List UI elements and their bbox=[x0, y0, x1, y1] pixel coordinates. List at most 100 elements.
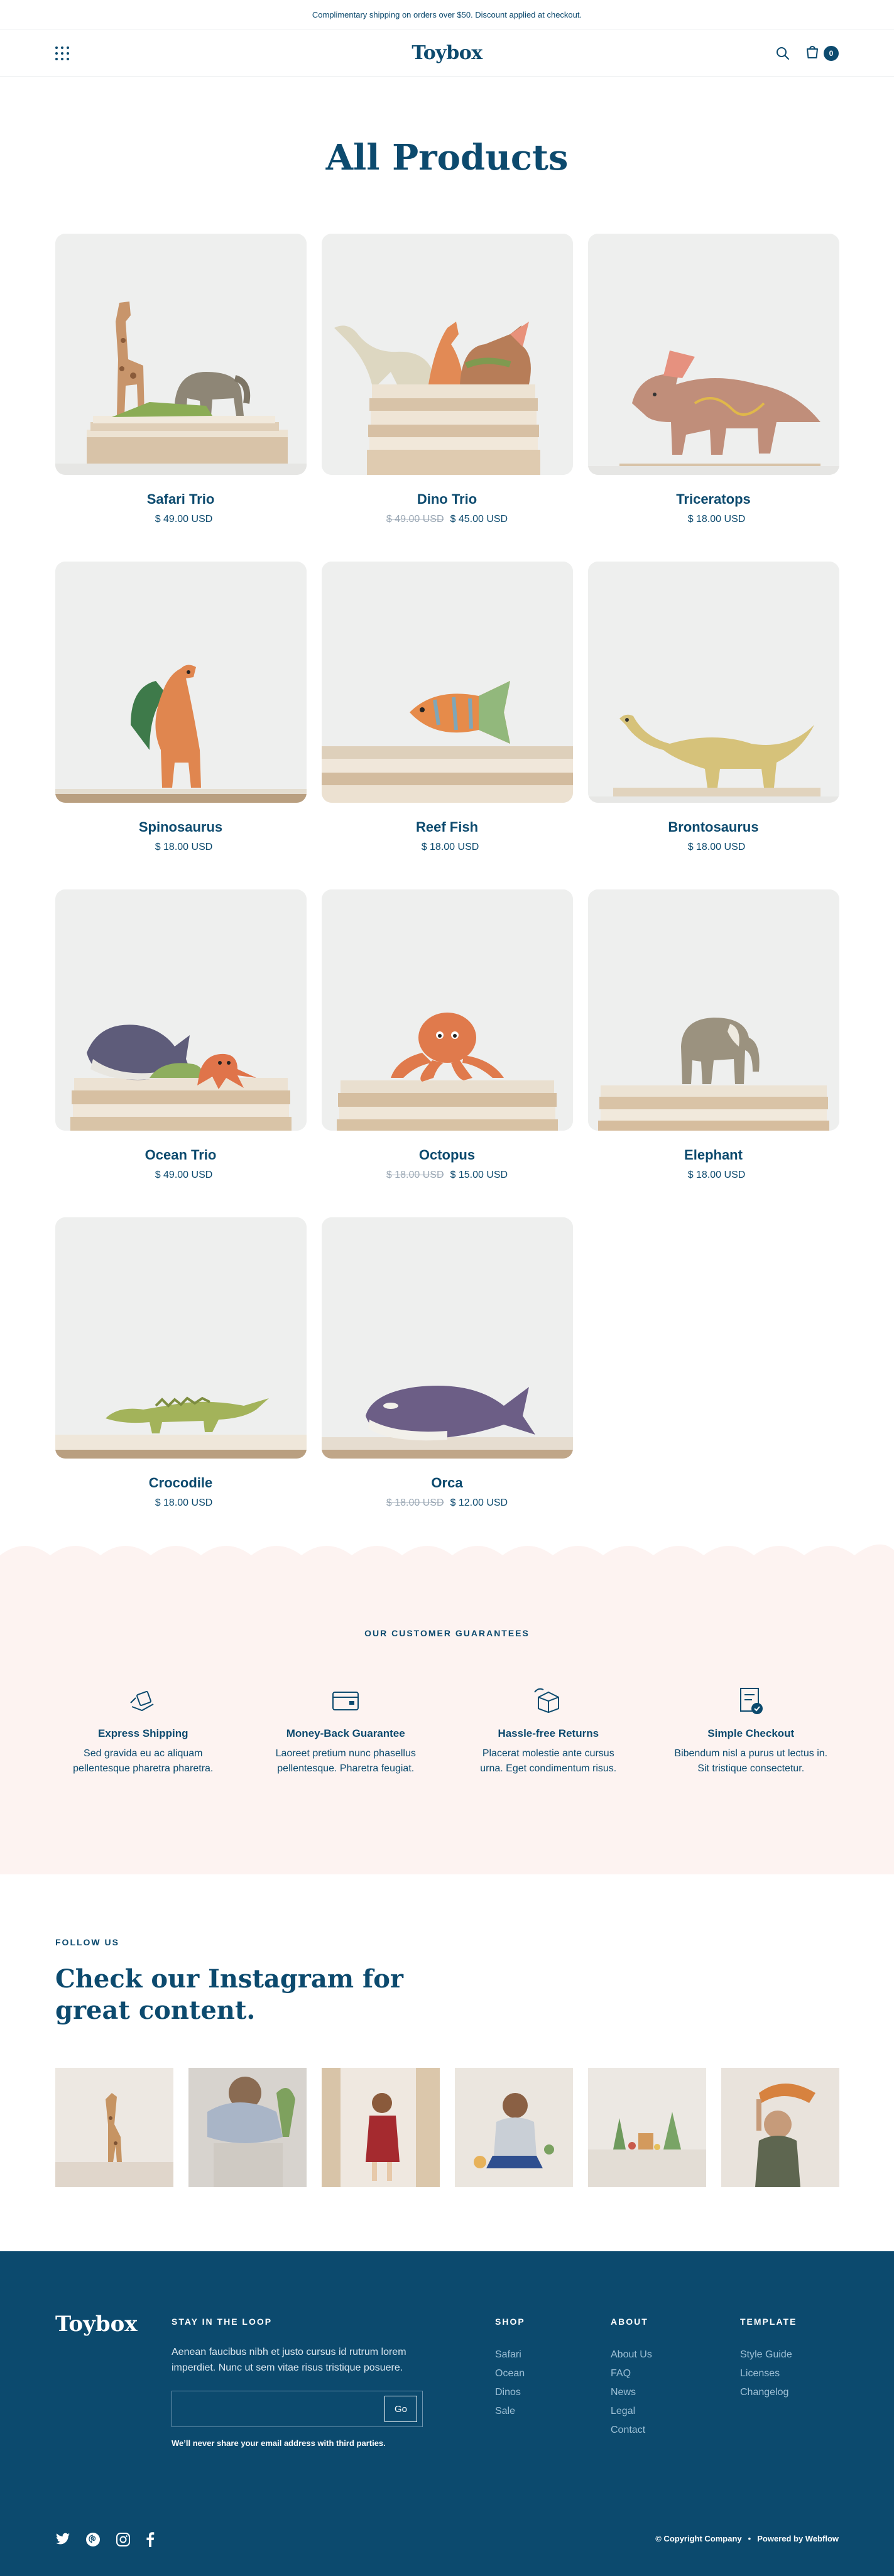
product-card[interactable]: Orca $ 18.00 USD $ 12.00 USD bbox=[321, 1217, 573, 1509]
twitter-icon[interactable] bbox=[55, 2533, 70, 2546]
instagram-photo[interactable] bbox=[322, 2068, 440, 2187]
footer-link[interactable]: About Us bbox=[611, 2345, 652, 2364]
footer-about-heading: ABOUT bbox=[611, 2317, 648, 2327]
email-field[interactable] bbox=[177, 2395, 384, 2423]
instagram-gallery bbox=[55, 2068, 839, 2187]
product-price: $ 18.00 USD bbox=[687, 514, 746, 524]
zigzag-divider bbox=[0, 1544, 894, 1568]
product-price: $ 45.00 USD bbox=[450, 514, 508, 524]
product-name[interactable]: Orca bbox=[322, 1475, 573, 1491]
product-name[interactable]: Spinosaurus bbox=[55, 819, 307, 835]
product-old-price: $ 18.00 USD bbox=[386, 1497, 444, 1508]
footer-link[interactable]: Licenses bbox=[740, 2364, 797, 2383]
instagram-photo[interactable] bbox=[588, 2068, 706, 2187]
guarantee-item: Express Shipping Sed gravida eu ac aliqu… bbox=[42, 1682, 245, 1776]
footer-link[interactable]: Changelog bbox=[740, 2383, 797, 2402]
product-card[interactable]: Safari Trio $ 49.00 USD bbox=[55, 234, 307, 525]
product-name[interactable]: Elephant bbox=[588, 1147, 839, 1163]
instagram-photo[interactable] bbox=[455, 2068, 573, 2187]
guarantee-desc: Laoreet pretium nunc phasellus pellentes… bbox=[275, 1748, 416, 1774]
footer-link[interactable]: Ocean bbox=[495, 2364, 525, 2383]
guarantee-item: Simple Checkout Bibendum nisl a purus ut… bbox=[650, 1682, 853, 1776]
product-price-row: $ 18.00 USD bbox=[55, 1497, 307, 1509]
product-image[interactable] bbox=[321, 562, 573, 803]
footer-link[interactable]: Legal bbox=[611, 2402, 652, 2421]
product-image[interactable] bbox=[321, 889, 573, 1131]
guarantees-title: OUR CUSTOMER GUARANTEES bbox=[364, 1628, 530, 1638]
product-name[interactable]: Dino Trio bbox=[322, 491, 573, 508]
product-price-row: $ 49.00 USD bbox=[55, 514, 307, 525]
product-card[interactable]: Brontosaurus $ 18.00 USD bbox=[587, 562, 839, 853]
brand-logo[interactable]: Toybox bbox=[412, 42, 482, 64]
product-price-row: $ 18.00 USD bbox=[588, 1170, 839, 1181]
product-name[interactable]: Triceratops bbox=[588, 491, 839, 508]
product-name[interactable]: Octopus bbox=[322, 1147, 573, 1163]
product-image[interactable] bbox=[587, 562, 839, 803]
product-card[interactable]: Octopus $ 18.00 USD $ 15.00 USD bbox=[321, 889, 573, 1181]
footer-link[interactable]: Style Guide bbox=[740, 2345, 797, 2364]
product-name[interactable]: Brontosaurus bbox=[588, 819, 839, 835]
pinterest-icon[interactable] bbox=[85, 2532, 101, 2547]
product-card[interactable]: Dino Trio $ 49.00 USD $ 45.00 USD bbox=[321, 234, 573, 525]
go-button[interactable]: Go bbox=[384, 2396, 417, 2422]
announcement-text: Complimentary shipping on orders over $5… bbox=[312, 10, 582, 19]
product-price-row: $ 18.00 USD bbox=[588, 514, 839, 525]
product-price: $ 49.00 USD bbox=[155, 1170, 213, 1180]
product-name[interactable]: Reef Fish bbox=[322, 819, 573, 835]
newsletter-text: Aenean faucibus nibh et justo cursus id … bbox=[172, 2347, 406, 2373]
product-card[interactable]: Crocodile $ 18.00 USD bbox=[55, 1217, 307, 1509]
footer-link[interactable]: Safari bbox=[495, 2345, 525, 2364]
product-image[interactable] bbox=[55, 1217, 307, 1459]
products-section: All Products Safari Trio $ 49.00 USD Din… bbox=[0, 77, 894, 1509]
footer-link[interactable]: FAQ bbox=[611, 2364, 652, 2383]
cart-button[interactable]: 0 bbox=[805, 45, 839, 63]
privacy-note: We’ll never share your email address wit… bbox=[172, 2438, 386, 2448]
product-image[interactable] bbox=[321, 234, 573, 475]
page-title: All Products bbox=[325, 137, 569, 178]
product-name[interactable]: Ocean Trio bbox=[55, 1147, 307, 1163]
instagram-icon[interactable] bbox=[116, 2532, 131, 2547]
product-image[interactable] bbox=[587, 889, 839, 1131]
copyright-separator: • bbox=[748, 2534, 751, 2543]
product-card[interactable]: Triceratops $ 18.00 USD bbox=[587, 234, 839, 525]
footer-about-column: ABOUT About Us FAQ News Legal Contact bbox=[611, 2317, 652, 2440]
nav-actions: 0 bbox=[773, 44, 839, 63]
product-card[interactable]: Spinosaurus $ 18.00 USD bbox=[55, 562, 307, 853]
bag-icon bbox=[805, 45, 820, 63]
footer: Toybox STAY IN THE LOOP Aenean faucibus … bbox=[0, 2251, 894, 2576]
product-old-price: $ 18.00 USD bbox=[386, 1170, 444, 1180]
instagram-title: Check our Instagram for great content. bbox=[55, 1964, 404, 2025]
newsletter-heading: STAY IN THE LOOP bbox=[172, 2317, 273, 2327]
powered-by-link[interactable]: Powered by Webflow bbox=[757, 2534, 839, 2543]
product-image[interactable] bbox=[321, 1217, 573, 1459]
footer-link[interactable]: Sale bbox=[495, 2402, 525, 2421]
product-price: $ 18.00 USD bbox=[687, 1170, 746, 1180]
social-links bbox=[55, 2532, 155, 2547]
footer-link[interactable]: Contact bbox=[611, 2421, 652, 2440]
product-name[interactable]: Crocodile bbox=[55, 1475, 307, 1491]
newsletter-form: Go bbox=[172, 2391, 423, 2427]
product-card[interactable]: Reef Fish $ 18.00 USD bbox=[321, 562, 573, 853]
product-image[interactable] bbox=[587, 234, 839, 475]
product-card[interactable]: Ocean Trio $ 49.00 USD bbox=[55, 889, 307, 1181]
product-price-row: $ 18.00 USD $ 12.00 USD bbox=[322, 1497, 573, 1509]
footer-link[interactable]: News bbox=[611, 2383, 652, 2402]
grid-menu-icon[interactable] bbox=[55, 46, 69, 60]
product-name[interactable]: Safari Trio bbox=[55, 491, 307, 508]
product-image[interactable] bbox=[55, 562, 307, 803]
guarantee-desc: Sed gravida eu ac aliquam pellentesque p… bbox=[73, 1748, 214, 1774]
footer-link[interactable]: Dinos bbox=[495, 2383, 525, 2402]
facebook-icon[interactable] bbox=[146, 2532, 155, 2547]
footer-brand[interactable]: Toybox bbox=[55, 2312, 138, 2337]
product-image[interactable] bbox=[55, 889, 307, 1131]
search-icon[interactable] bbox=[773, 44, 792, 63]
footer-template-heading: TEMPLATE bbox=[740, 2317, 797, 2327]
guarantee-desc: Bibendum nisl a purus ut lectus in. Sit … bbox=[674, 1748, 828, 1774]
product-card[interactable]: Elephant $ 18.00 USD bbox=[587, 889, 839, 1181]
guarantee-item: Hassle-free Returns Placerat molestie an… bbox=[447, 1682, 650, 1776]
instagram-photo[interactable] bbox=[188, 2068, 307, 2187]
instagram-photo[interactable] bbox=[55, 2068, 173, 2187]
guarantee-name: Money-Back Guarantee bbox=[286, 1727, 405, 1739]
product-image[interactable] bbox=[55, 234, 307, 475]
instagram-photo[interactable] bbox=[721, 2068, 839, 2187]
